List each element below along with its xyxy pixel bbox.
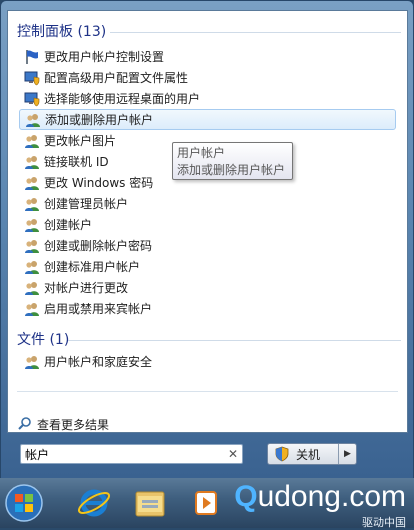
internet-explorer-icon — [77, 489, 111, 517]
users-icon — [24, 280, 40, 296]
chevron-right-icon: ▶ — [344, 449, 351, 459]
search-results-panel: 控制面板 (13) 更改用户帐户控制设置配置高级用户配置文件属性 选择能够使用远程… — [7, 10, 408, 433]
result-item-label: 添加或删除用户帐户 — [45, 113, 154, 127]
result-item-label: 更改帐户图片 — [44, 134, 117, 148]
result-item-label: 对帐户进行更改 — [44, 281, 129, 295]
result-item[interactable]: 创建帐户 — [19, 214, 396, 235]
result-item-label: 链接联机 ID — [44, 155, 109, 169]
result-item[interactable]: 选择能够使用远程桌面的用户 — [19, 88, 396, 109]
search-input[interactable] — [21, 446, 224, 462]
tooltip-title: 用户帐户 — [177, 146, 226, 160]
brand-name: Qudong.com — [234, 480, 406, 513]
result-item[interactable]: 对帐户进行更改 — [19, 277, 396, 298]
result-item-label: 启用或禁用来宾帐户 — [44, 302, 153, 316]
result-item-label: 创建标准用户帐户 — [44, 260, 141, 274]
result-item[interactable]: 用户帐户和家庭安全 — [19, 351, 396, 372]
shutdown-options-button[interactable]: ▶ — [338, 444, 356, 464]
tooltip-description: 添加或删除用户帐户 — [177, 163, 286, 177]
users-icon — [24, 238, 40, 254]
result-item[interactable]: 添加或删除用户帐户 — [19, 109, 396, 130]
result-item-label: 更改 Windows 密码 — [44, 176, 154, 190]
users-icon — [24, 175, 40, 191]
search-box[interactable]: ✕ — [20, 444, 243, 464]
shutdown-button[interactable]: 关机 — [268, 444, 338, 464]
taskbar-file-explorer[interactable] — [128, 482, 172, 524]
start-menu: 控制面板 (13) 更改用户帐户控制设置配置高级用户配置文件属性 选择能够使用远程… — [0, 0, 414, 480]
users-icon — [24, 196, 40, 212]
group-header-files: 文件 (1) — [17, 332, 70, 348]
group-header-control-panel: 控制面板 (13) — [17, 24, 107, 40]
windows-orb-icon — [5, 484, 43, 522]
result-item[interactable]: 创建或删除帐户密码 — [19, 235, 396, 256]
users-icon — [25, 112, 41, 128]
see-more-results-link[interactable]: 查看更多结果 — [17, 414, 110, 432]
clear-search-icon[interactable]: ✕ — [224, 447, 242, 461]
result-item[interactable]: 创建标准用户帐户 — [19, 256, 396, 277]
monitor-shield-icon — [24, 91, 40, 107]
start-button[interactable] — [2, 482, 46, 524]
users-icon — [24, 154, 40, 170]
users-icon — [24, 259, 40, 275]
taskbar-internet-explorer[interactable] — [72, 482, 116, 524]
taskbar-media-player[interactable] — [184, 482, 228, 524]
shield-icon — [274, 446, 290, 462]
result-item[interactable]: 创建管理员帐户 — [19, 193, 396, 214]
result-item-label: 选择能够使用远程桌面的用户 — [44, 92, 201, 106]
result-item-label: 用户帐户和家庭安全 — [44, 355, 153, 369]
media-player-icon — [195, 491, 217, 515]
result-item-label: 创建管理员帐户 — [44, 197, 129, 211]
watermark-brand: Qudong.com 驱动中国 — [234, 482, 406, 530]
users-icon — [24, 133, 40, 149]
tooltip: 用户帐户 添加或删除用户帐户 — [172, 142, 293, 180]
result-item-label: 创建帐户 — [44, 218, 93, 232]
result-item-label: 创建或删除帐户密码 — [44, 239, 153, 253]
folder-icon — [135, 491, 165, 517]
monitor-shield-icon — [24, 70, 40, 86]
results-separator — [17, 391, 398, 392]
shutdown-split-button: 关机 ▶ — [267, 443, 357, 465]
shutdown-label: 关机 — [296, 447, 321, 462]
result-item[interactable]: 启用或禁用来宾帐户 — [19, 298, 396, 319]
taskbar: Qudong.com 驱动中国 — [0, 478, 414, 530]
group-divider — [110, 32, 401, 33]
result-item[interactable]: 更改用户帐户控制设置 — [19, 46, 396, 67]
magnifier-icon — [17, 416, 33, 432]
users-icon — [24, 301, 40, 317]
result-item-label: 更改用户帐户控制设置 — [44, 50, 165, 64]
users-icon — [24, 354, 40, 370]
flag-icon — [24, 49, 40, 65]
result-item-label: 配置高级用户配置文件属性 — [44, 71, 189, 85]
result-item[interactable]: 配置高级用户配置文件属性 — [19, 67, 396, 88]
users-icon — [24, 217, 40, 233]
group-divider — [68, 340, 401, 341]
see-more-results-label: 查看更多结果 — [37, 417, 110, 432]
